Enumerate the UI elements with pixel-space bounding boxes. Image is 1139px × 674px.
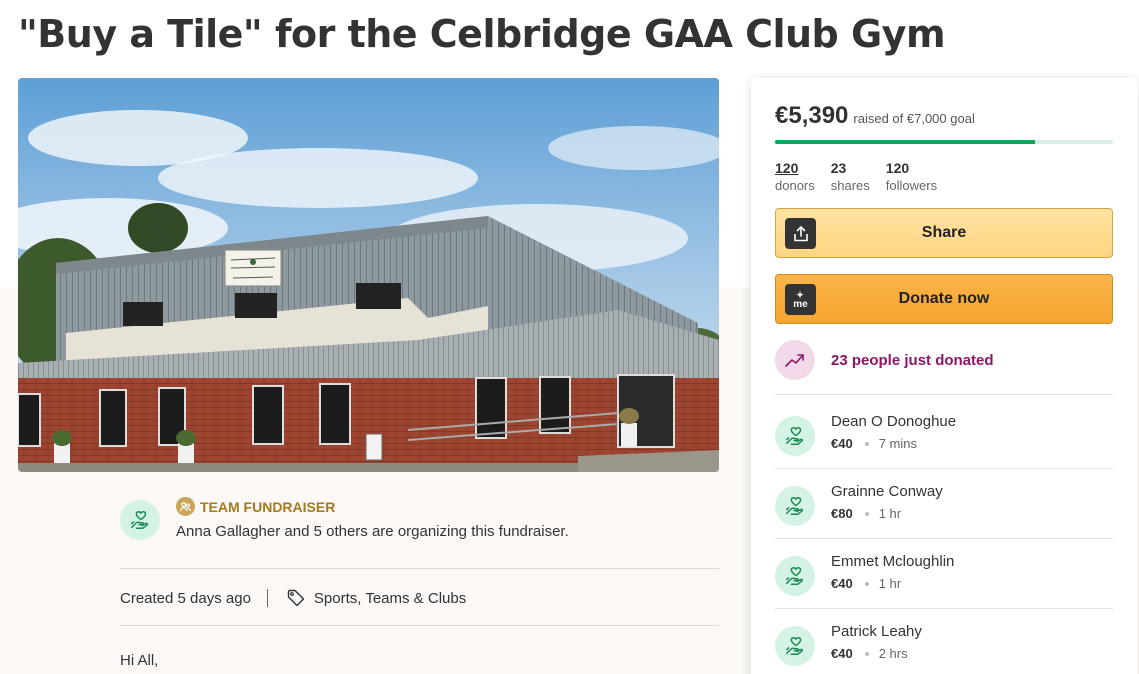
fundraiser-meta: Created 5 days ago Sports, Teams & Clubs	[120, 586, 466, 610]
page-title: "Buy a Tile" for the Celbridge GAA Club …	[18, 12, 946, 56]
donor-amount: €40	[831, 436, 853, 451]
donor-time: 1 hr	[878, 576, 902, 591]
stat-donors[interactable]: 120 donors	[775, 160, 815, 194]
recent-donations-trend: 23 people just donated	[775, 340, 994, 380]
donor-details: €40 2 hrs	[831, 646, 908, 661]
share-button[interactable]: Share	[775, 208, 1113, 258]
donor-item: Grainne Conway €80 1 hr	[775, 483, 1113, 533]
card-divider	[775, 608, 1113, 609]
donor-item: Dean O Donoghue €40 7 mins	[775, 413, 1113, 463]
team-fundraiser-label: TEAM FUNDRAISER	[200, 498, 336, 515]
section-divider	[120, 625, 719, 626]
donor-avatar	[775, 486, 815, 526]
organizer-description[interactable]: Anna Gallagher and 5 others are organizi…	[176, 523, 569, 540]
section-divider	[120, 568, 719, 569]
progress-bar	[775, 140, 1113, 144]
donor-avatar	[775, 626, 815, 666]
donate-label[interactable]: Donate now	[899, 290, 990, 308]
category-link[interactable]: Sports, Teams & Clubs	[286, 588, 466, 608]
donors-label: donors	[775, 178, 815, 193]
card-divider	[775, 394, 1113, 395]
category-label[interactable]: Sports, Teams & Clubs	[314, 590, 466, 607]
shares-label: shares	[830, 178, 870, 193]
donor-name: Emmet Mcloughlin	[831, 553, 955, 570]
meta-separator	[266, 589, 268, 607]
donate-icon-text: me	[793, 298, 808, 310]
story-greeting: Hi All,	[120, 652, 159, 669]
organizer-avatar	[120, 500, 160, 540]
raised-summary: €5,390 raised of €7,000 goal	[775, 102, 975, 130]
share-label[interactable]: Share	[922, 224, 966, 242]
donor-item: Patrick Leahy €40 2 hrs	[775, 623, 1113, 673]
donation-card: €5,390 raised of €7,000 goal 120 donors …	[751, 78, 1138, 674]
hand-heart-icon	[786, 637, 804, 655]
stat-shares: 23 shares	[831, 160, 870, 194]
donor-avatar	[775, 556, 815, 596]
dot-separator	[864, 581, 869, 586]
organizer-section: TEAM FUNDRAISER Anna Gallagher and 5 oth…	[120, 497, 719, 555]
card-divider	[775, 468, 1113, 469]
dot-separator	[864, 511, 869, 516]
donors-count[interactable]: 120	[775, 160, 815, 177]
donor-time: 7 mins	[878, 436, 917, 451]
team-people-icon	[176, 497, 195, 516]
donor-details: €40 1 hr	[831, 576, 901, 591]
stat-followers: 120 followers	[886, 160, 937, 194]
donate-now-button[interactable]: ✦ me Donate now	[775, 274, 1113, 324]
goal-text: raised of €7,000 goal	[853, 111, 975, 126]
hand-heart-icon	[786, 567, 804, 585]
created-date: Created 5 days ago	[120, 589, 251, 607]
raised-amount: €5,390	[775, 102, 849, 129]
donor-details: €80 1 hr	[831, 506, 901, 521]
trend-text: 23 people just donated	[831, 351, 994, 369]
trending-up-icon	[775, 340, 815, 380]
team-fundraiser-badge: TEAM FUNDRAISER	[176, 497, 335, 516]
donor-avatar	[775, 416, 815, 456]
dot-separator	[864, 441, 869, 446]
gofundme-logo-icon: ✦ me	[785, 284, 816, 315]
followers-label: followers	[885, 178, 938, 193]
donor-time: 1 hr	[878, 506, 902, 521]
shares-count: 23	[830, 160, 847, 176]
donor-amount: €40	[831, 646, 853, 661]
dot-separator	[864, 651, 869, 656]
donor-name: Patrick Leahy	[831, 623, 922, 640]
share-icon	[785, 218, 816, 249]
followers-count: 120	[885, 160, 910, 176]
stats-row: 120 donors 23 shares 120 followers	[775, 160, 937, 194]
donor-details: €40 7 mins	[831, 436, 917, 451]
tag-icon	[287, 589, 305, 607]
hand-heart-icon	[786, 427, 804, 445]
donor-name: Dean O Donoghue	[831, 413, 957, 430]
donor-item: Emmet Mcloughlin €40 1 hr	[775, 553, 1113, 603]
hero-image[interactable]	[18, 78, 719, 472]
donor-name: Grainne Conway	[831, 483, 943, 500]
card-divider	[775, 538, 1113, 539]
progress-fill	[775, 140, 1036, 144]
hand-heart-icon	[131, 511, 149, 529]
donor-amount: €80	[831, 506, 853, 521]
donor-time: 2 hrs	[878, 646, 908, 661]
hand-heart-icon	[786, 497, 804, 515]
donor-amount: €40	[831, 576, 853, 591]
